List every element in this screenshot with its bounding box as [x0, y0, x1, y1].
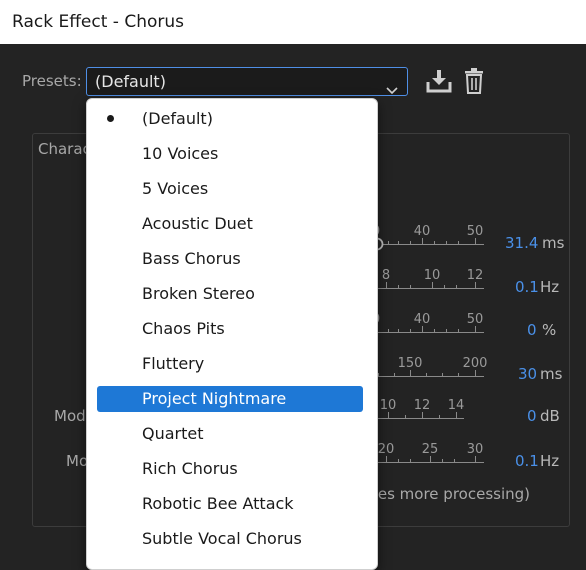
rate-value[interactable]: 0.1: [515, 278, 539, 296]
tick-label: 50: [466, 312, 484, 327]
preset-dropdown-list[interactable]: (Default) 10 Voices 5 Voices Acoustic Duet B…: [86, 98, 378, 570]
characteristics-title: Charac: [38, 140, 91, 158]
window-title: Rack Effect - Chorus: [0, 0, 586, 44]
slider-track[interactable]: [370, 462, 484, 463]
rate-unit: Hz: [540, 278, 560, 296]
selected-bullet-icon: [107, 115, 114, 122]
gain-unit: dB: [540, 407, 560, 425]
preset-option[interactable]: Chaos Pits: [97, 316, 363, 342]
slider-track[interactable]: [370, 418, 464, 419]
depth-unit: %: [542, 321, 557, 339]
preset-option[interactable]: 5 Voices: [97, 176, 363, 202]
slider-mod[interactable]: 20 25 30: [370, 442, 490, 470]
tick-label: 40: [413, 224, 431, 239]
preset-option[interactable]: Subtle Vocal Chorus: [97, 526, 363, 552]
mod-value[interactable]: 0.1: [515, 452, 539, 470]
slider-rate[interactable]: 8 10 12: [370, 268, 490, 296]
download-icon[interactable]: [425, 68, 453, 98]
mo-label: Mo: [66, 452, 89, 470]
slider-delay[interactable]: 0 40 50: [370, 224, 490, 252]
preset-option-label: 10 Voices: [142, 144, 219, 163]
preset-option[interactable]: 10 Voices: [97, 141, 363, 167]
preset-option-label: Fluttery: [142, 354, 205, 373]
preset-option[interactable]: Rich Chorus: [97, 456, 363, 482]
tick-label: 12: [413, 398, 431, 413]
preset-dropdown[interactable]: (Default): [86, 67, 408, 96]
preset-option-label: Chaos Pits: [142, 319, 225, 338]
preset-option[interactable]: Project Nightmare: [97, 386, 363, 412]
slider-track[interactable]: [370, 376, 484, 377]
trash-icon[interactable]: [463, 68, 485, 98]
tick-label: 10: [379, 398, 397, 413]
tick-label: 12: [466, 268, 484, 283]
mod-unit: Hz: [540, 452, 560, 470]
delay-value[interactable]: 31.4: [505, 234, 538, 252]
preset-option[interactable]: Fluttery: [97, 351, 363, 377]
spread-unit: ms: [540, 365, 563, 383]
tick-label: 10: [423, 268, 441, 283]
tick-label: 14: [447, 398, 465, 413]
slider-depth[interactable]: 0 40 50: [370, 312, 490, 340]
tick-label: 8: [381, 268, 391, 283]
delay-unit: ms: [542, 234, 565, 252]
gain-value[interactable]: 0: [527, 407, 537, 425]
preset-option[interactable]: (Default): [97, 106, 363, 132]
preset-option-label: Subtle Vocal Chorus: [142, 529, 302, 548]
tick-label: 50: [466, 224, 484, 239]
tick-label: 40: [413, 312, 431, 327]
preset-option-label: (Default): [142, 109, 213, 128]
tick-label: 25: [421, 442, 439, 457]
tick-label: 200: [462, 356, 488, 371]
spread-value[interactable]: 30: [518, 365, 537, 383]
preset-option-label: Broken Stereo: [142, 284, 255, 303]
preset-option-label: Rich Chorus: [142, 459, 238, 478]
preset-option[interactable]: Broken Stereo: [97, 281, 363, 307]
preset-option-label: Project Nightmare: [142, 389, 287, 408]
tick-label: 30: [466, 442, 484, 457]
preset-option[interactable]: Bass Chorus: [97, 246, 363, 272]
slider-track[interactable]: [370, 288, 484, 289]
slider-output-gain[interactable]: 10 12 14: [370, 398, 490, 426]
preset-option-label: Acoustic Duet: [142, 214, 253, 233]
chevron-down-icon: [386, 76, 398, 103]
preset-option-label: Bass Chorus: [142, 249, 241, 268]
presets-label: Presets:: [22, 72, 82, 90]
slider-spread[interactable]: 150 200: [370, 356, 490, 384]
tick-label: 150: [397, 356, 423, 371]
preset-option-label: Quartet: [142, 424, 204, 443]
preset-option-label: 5 Voices: [142, 179, 209, 198]
preset-option[interactable]: Quartet: [97, 421, 363, 447]
depth-value[interactable]: 0: [527, 321, 537, 339]
tick-label: 20: [377, 442, 395, 457]
preset-selected-value: (Default): [95, 72, 166, 91]
preset-option[interactable]: Acoustic Duet: [97, 211, 363, 237]
mod-label: Mod: [54, 407, 86, 425]
processing-hint: zes more processing): [370, 485, 530, 503]
preset-option-label: Robotic Bee Attack: [142, 494, 294, 513]
preset-option[interactable]: Robotic Bee Attack: [97, 491, 363, 517]
